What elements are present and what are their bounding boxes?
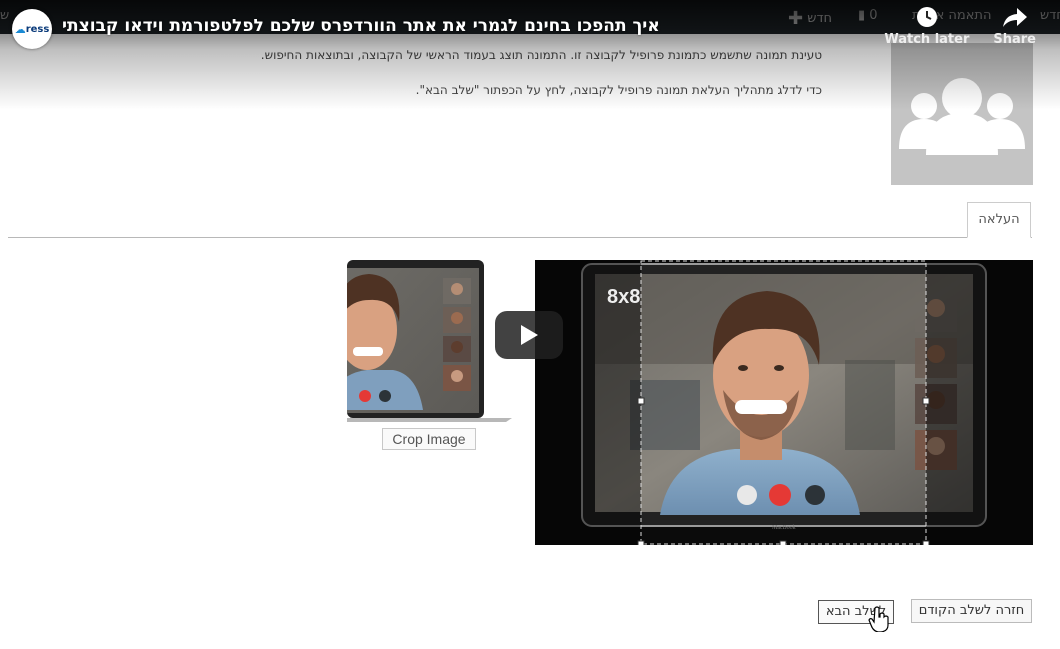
watch-later-button[interactable]: Watch later [884, 6, 969, 47]
description-line-2: כדי לדלג מתהליך העלאת תמונה פרופיל לקבוצ… [415, 83, 822, 97]
laptop-brand-label: MacBook [772, 525, 796, 531]
tab-upload[interactable]: העלאה [967, 202, 1031, 238]
channel-logo-icon: ☁ [14, 22, 26, 36]
video-actions: Watch later Share [884, 6, 1036, 47]
admin-bar-new-content[interactable]: ✚ חדש [788, 8, 832, 29]
hand-cursor-icon [868, 606, 889, 632]
tab-divider [8, 237, 1032, 238]
admin-bar-comments[interactable]: ▮ 0 [858, 8, 878, 23]
admin-bar-new-item[interactable]: חדש [1040, 8, 1060, 23]
crop-preview-image [347, 260, 512, 425]
plus-icon: ✚ [788, 8, 804, 29]
previous-step-button[interactable]: חזרה לשלב הקודם [911, 599, 1032, 623]
crop-image-button[interactable]: Crop Image [382, 428, 476, 450]
share-label: Share [993, 32, 1036, 47]
play-icon [521, 325, 538, 345]
group-avatar [891, 43, 1033, 185]
channel-logo[interactable]: ☁ ress [12, 9, 52, 49]
group-avatar-icon [899, 78, 1025, 155]
comments-count: 0 [869, 8, 878, 23]
admin-bar-new-label: חדש [807, 11, 833, 26]
description-line-1: טעינת תמונה שתשמש כתמונת פרופיל לקבוצה ז… [260, 48, 822, 62]
video-title[interactable]: איך תהפכו בחינם לגמרי את אתר הוורדפרס של… [62, 16, 660, 36]
watch-later-label: Watch later [884, 32, 970, 47]
crop-overlay-label: 8x8 [607, 286, 641, 308]
channel-logo-text: ress [25, 23, 50, 35]
share-button[interactable]: Share [993, 6, 1036, 47]
crop-image-area[interactable]: 8x8 MacBook [535, 260, 1033, 545]
admin-bar-site-letter[interactable]: ש [0, 8, 9, 23]
share-arrow-icon [1001, 6, 1029, 28]
comment-icon: ▮ [858, 8, 866, 23]
crop-preview [347, 260, 512, 425]
clock-icon [913, 6, 941, 28]
video-play-button[interactable] [495, 311, 563, 359]
